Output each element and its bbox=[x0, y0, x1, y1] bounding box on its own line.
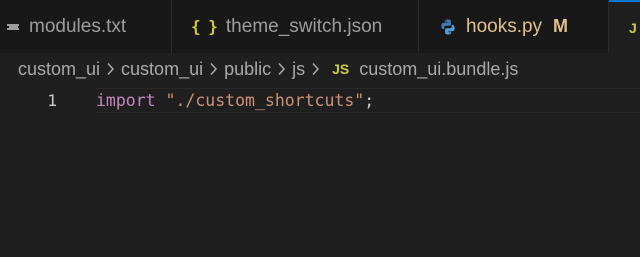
tab-active-js[interactable]: J bbox=[609, 0, 640, 53]
code-text[interactable]: import "./custom_shortcuts"; bbox=[96, 91, 374, 110]
tab-theme-switch-json[interactable]: { } theme_switch.json bbox=[172, 0, 419, 53]
breadcrumb-file[interactable]: custom_ui.bundle.js bbox=[359, 59, 518, 80]
tab-label: theme_switch.json bbox=[225, 15, 383, 37]
semicolon: ; bbox=[364, 91, 375, 110]
tab-label: modules.txt bbox=[29, 15, 127, 37]
editor-tab-bar: modules.txt { } theme_switch.json hooks.… bbox=[0, 0, 640, 53]
import-keyword: import bbox=[96, 91, 156, 110]
breadcrumb-item[interactable]: js bbox=[292, 59, 305, 80]
js-file-icon: JS bbox=[332, 61, 350, 77]
code-editor[interactable]: 1 import "./custom_shortcuts"; bbox=[0, 85, 640, 257]
line-number: 1 bbox=[47, 91, 57, 110]
breadcrumb-item[interactable]: custom_ui bbox=[18, 59, 100, 80]
breadcrumb: custom_ui custom_ui public js JS custom_… bbox=[0, 53, 640, 85]
json-braces-icon: { } bbox=[191, 17, 218, 36]
chevron-right-icon bbox=[277, 62, 286, 76]
modified-badge: M bbox=[553, 16, 569, 36]
breadcrumb-item[interactable]: custom_ui bbox=[121, 59, 203, 80]
tab-hooks-py[interactable]: hooks.py M bbox=[419, 0, 609, 53]
breadcrumb-item[interactable]: public bbox=[224, 59, 271, 80]
tab-modules-txt[interactable]: modules.txt bbox=[0, 0, 172, 53]
python-icon bbox=[439, 18, 457, 36]
chevron-right-icon bbox=[209, 62, 218, 76]
js-file-icon: J bbox=[629, 19, 637, 36]
code-line[interactable]: 1 import "./custom_shortcuts"; bbox=[0, 88, 640, 113]
chevron-right-icon bbox=[311, 62, 320, 76]
import-path-string: "./custom_shortcuts" bbox=[165, 91, 365, 110]
tab-label: hooks.py bbox=[466, 15, 543, 37]
text-file-icon bbox=[6, 20, 20, 34]
chevron-right-icon bbox=[106, 62, 115, 76]
